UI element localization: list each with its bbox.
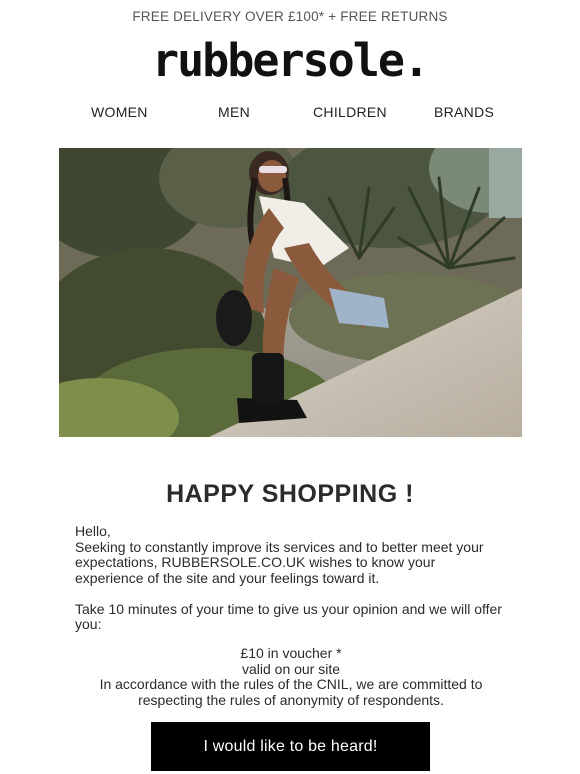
message-body: Hello, Seeking to constantly improve its… xyxy=(75,523,507,633)
nav-item-men[interactable]: MEN xyxy=(218,104,250,120)
nav-item-children[interactable]: CHILDREN xyxy=(313,104,387,120)
be-heard-button[interactable]: I would like to be heard! xyxy=(151,722,430,771)
greeting-text: Hello, xyxy=(75,523,111,539)
offer-details: £10 in voucher * valid on our site In ac… xyxy=(75,645,507,708)
hero-image[interactable] xyxy=(59,148,522,437)
nav-item-women[interactable]: WOMEN xyxy=(91,104,148,120)
page-title: HAPPY SHOPPING ! xyxy=(166,480,414,508)
offer-intro-paragraph: Take 10 minutes of your time to give us … xyxy=(75,600,502,632)
intro-paragraph: Seeking to constantly improve its servic… xyxy=(75,538,484,586)
voucher-validity-text: valid on our site xyxy=(241,660,341,677)
rubbersole-logo[interactable]: rubbersole. xyxy=(0,38,580,83)
cnil-notice-text: In accordance with the rules of the CNIL… xyxy=(99,676,483,708)
voucher-text: £10 in voucher * xyxy=(240,645,342,661)
nav-item-brands[interactable]: BRANDS xyxy=(434,104,494,120)
free-delivery-banner: FREE DELIVERY OVER £100* + FREE RETURNS xyxy=(132,9,448,24)
main-navigation: WOMEN MEN CHILDREN BRANDS xyxy=(59,104,521,122)
